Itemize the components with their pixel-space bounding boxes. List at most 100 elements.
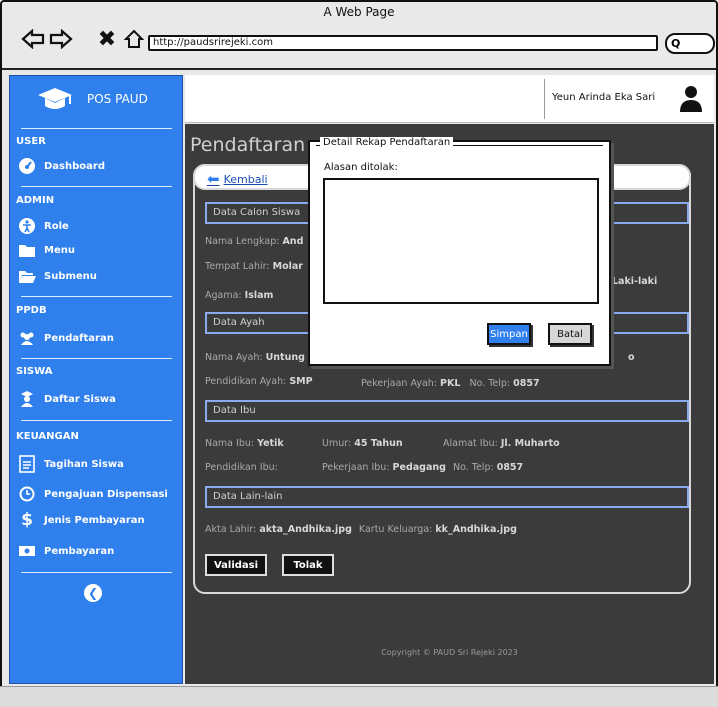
- sidebar-item-jenis-pembayaran[interactable]: $ Jenis Pembayaran: [18, 510, 145, 530]
- sidebar-item-menu[interactable]: Menu: [18, 240, 75, 260]
- folder-open-icon: [18, 267, 36, 285]
- field-value: Molar: [272, 261, 303, 272]
- sidebar-item-pembayaran[interactable]: Pembayaran: [18, 541, 114, 561]
- field-label: Kartu Keluarga:: [358, 524, 436, 535]
- browser-navbar: ✖ http://paudsrirejeki.com Q: [2, 22, 716, 68]
- close-icon[interactable]: ✖: [94, 26, 120, 52]
- section-ppdb: PPDB: [16, 305, 47, 316]
- validate-button[interactable]: Validasi: [205, 554, 267, 576]
- student-icon: [18, 390, 36, 408]
- sidebar-item-pengajuan-dispensasi[interactable]: Pengajuan Dispensasi: [18, 484, 168, 504]
- cash-icon: [18, 542, 36, 560]
- field-label: Nama Ayah:: [205, 352, 266, 363]
- user-name[interactable]: Yeun Arinda Eka Sari: [552, 92, 655, 103]
- field-value: Untung: [265, 352, 305, 363]
- footer-copyright: Copyright © PAUD Sri Rejeki 2023: [381, 648, 518, 657]
- field-value: 45 Tahun: [354, 438, 403, 449]
- sidebar-divider: [21, 296, 172, 297]
- field-label: Tempat Lahir:: [205, 261, 273, 272]
- sidebar-item-label: Jenis Pembayaran: [44, 514, 145, 526]
- row-nama-ayah: Nama Ayah: Untung: [205, 352, 305, 363]
- back-link[interactable]: ⬅ Kembali: [207, 170, 268, 188]
- field-value: Pedagang: [392, 462, 446, 473]
- row-agama: Agama: Islam: [205, 290, 273, 301]
- url-input[interactable]: http://paudsrirejeki.com: [148, 35, 658, 51]
- clock-icon: [18, 485, 36, 503]
- sidebar-item-tagihan-siswa[interactable]: Tagihan Siswa: [18, 454, 124, 474]
- field-value: Islam: [244, 290, 274, 301]
- window-title: A Web Page: [323, 5, 395, 19]
- back-label: Kembali: [223, 172, 268, 186]
- sidebar-item-dashboard[interactable]: Dashboard: [18, 156, 105, 176]
- field-value: o: [628, 352, 635, 363]
- brand-label: POS PAUD: [87, 92, 148, 106]
- user-icon[interactable]: [678, 84, 704, 114]
- sidebar-item-label: Daftar Siswa: [44, 393, 116, 405]
- section-keuangan: KEUANGAN: [16, 431, 79, 442]
- sidebar-divider: [21, 420, 172, 421]
- row-ayah-tail: o: [628, 352, 635, 363]
- row-pendidikan-ayah: Pendidikan Ayah: SMP: [205, 376, 313, 387]
- page-title: Pendaftaran: [190, 134, 306, 156]
- field-label: Alamat Ibu:: [443, 438, 501, 449]
- sidebar-item-daftar-siswa[interactable]: Daftar Siswa: [18, 389, 116, 409]
- sidebar-item-label: Submenu: [44, 270, 97, 282]
- sidebar-item-label: Dashboard: [44, 160, 105, 172]
- navbar-divider: [2, 68, 716, 70]
- section-siswa: SISWA: [16, 366, 53, 377]
- field-value: 0857: [496, 462, 524, 473]
- field-label: No. Telp:: [469, 378, 514, 389]
- home-icon[interactable]: [121, 26, 147, 52]
- sidebar-item-pendaftaran[interactable]: Pendaftaran: [18, 328, 114, 348]
- row-tempat-lahir: Tempat Lahir: Molar: [205, 261, 303, 272]
- field-label: Pendidikan Ibu:: [205, 462, 278, 473]
- reject-reason-modal: Detail Rekap Pendaftaran Alasan ditolak:…: [308, 137, 611, 366]
- section-admin: ADMIN: [16, 195, 55, 206]
- dashboard-icon: [18, 157, 36, 175]
- browser-status-bar: [0, 686, 718, 707]
- sidebar-item-submenu[interactable]: Submenu: [18, 266, 97, 286]
- sidebar-item-label: Tagihan Siswa: [44, 458, 124, 470]
- row-nama-ibu: Nama Ibu: Yetik: [205, 438, 284, 449]
- field-label: Pendidikan Ayah:: [205, 376, 290, 387]
- sidebar-divider: [21, 358, 172, 359]
- field-value: SMP: [289, 376, 313, 387]
- arrow-left-icon: ⬅: [207, 170, 220, 188]
- dollar-icon: $: [21, 510, 33, 530]
- sidebar: POS PAUD USER Dashboard ADMIN Role Menu …: [9, 75, 183, 684]
- accessibility-icon: [18, 217, 36, 235]
- row-alamat-ibu: Alamat Ibu: Jl. Muharto: [443, 438, 560, 449]
- search-button[interactable]: Q: [665, 33, 715, 54]
- row-pekerjaan-ayah: Pekerjaan Ayah: PKL No. Telp: 0857: [361, 378, 540, 389]
- sidebar-item-label: Pengajuan Dispensasi: [44, 488, 168, 500]
- field-label: Akta Lahir:: [205, 524, 260, 535]
- collapse-chevron-icon[interactable]: ❮: [84, 584, 102, 602]
- kk-link[interactable]: kk_Andhika.jpg: [435, 524, 517, 535]
- save-button[interactable]: Simpan: [487, 323, 531, 345]
- row-jenis-kelamin: Laki-laki: [612, 276, 657, 287]
- sidebar-divider: [21, 128, 172, 129]
- forward-arrow-icon[interactable]: [48, 26, 74, 52]
- reason-label: Alasan ditolak:: [324, 162, 398, 173]
- users-icon: [18, 329, 36, 347]
- folder-icon: [18, 241, 36, 259]
- cancel-button[interactable]: Batal: [548, 323, 592, 345]
- reason-textarea[interactable]: [323, 178, 599, 304]
- akta-link[interactable]: akta_Andhika.jpg: [259, 524, 352, 535]
- sidebar-divider: [21, 572, 172, 573]
- reject-button[interactable]: Tolak: [282, 554, 334, 576]
- row-akta-kk: Akta Lahir: akta_Andhika.jpg Kartu Kelua…: [205, 524, 517, 535]
- graduation-cap-icon: [38, 88, 72, 109]
- back-arrow-icon[interactable]: [20, 26, 46, 52]
- row-pekerjaan-ibu: Pekerjaan Ibu: Pedagang No. Telp: 0857: [322, 462, 523, 473]
- field-label: No. Telp:: [452, 462, 497, 473]
- header-divider: [544, 79, 545, 119]
- modal-title: Detail Rekap Pendaftaran: [320, 137, 454, 148]
- sidebar-item-role[interactable]: Role: [18, 216, 69, 236]
- field-label: Nama Ibu:: [205, 438, 258, 449]
- section-data-ibu: Data Ibu: [205, 400, 689, 422]
- field-value: Laki-laki: [612, 276, 658, 287]
- row-umur-ibu: Umur: 45 Tahun: [322, 438, 403, 449]
- sidebar-brand[interactable]: POS PAUD: [10, 76, 182, 124]
- sidebar-item-label: Menu: [44, 244, 75, 256]
